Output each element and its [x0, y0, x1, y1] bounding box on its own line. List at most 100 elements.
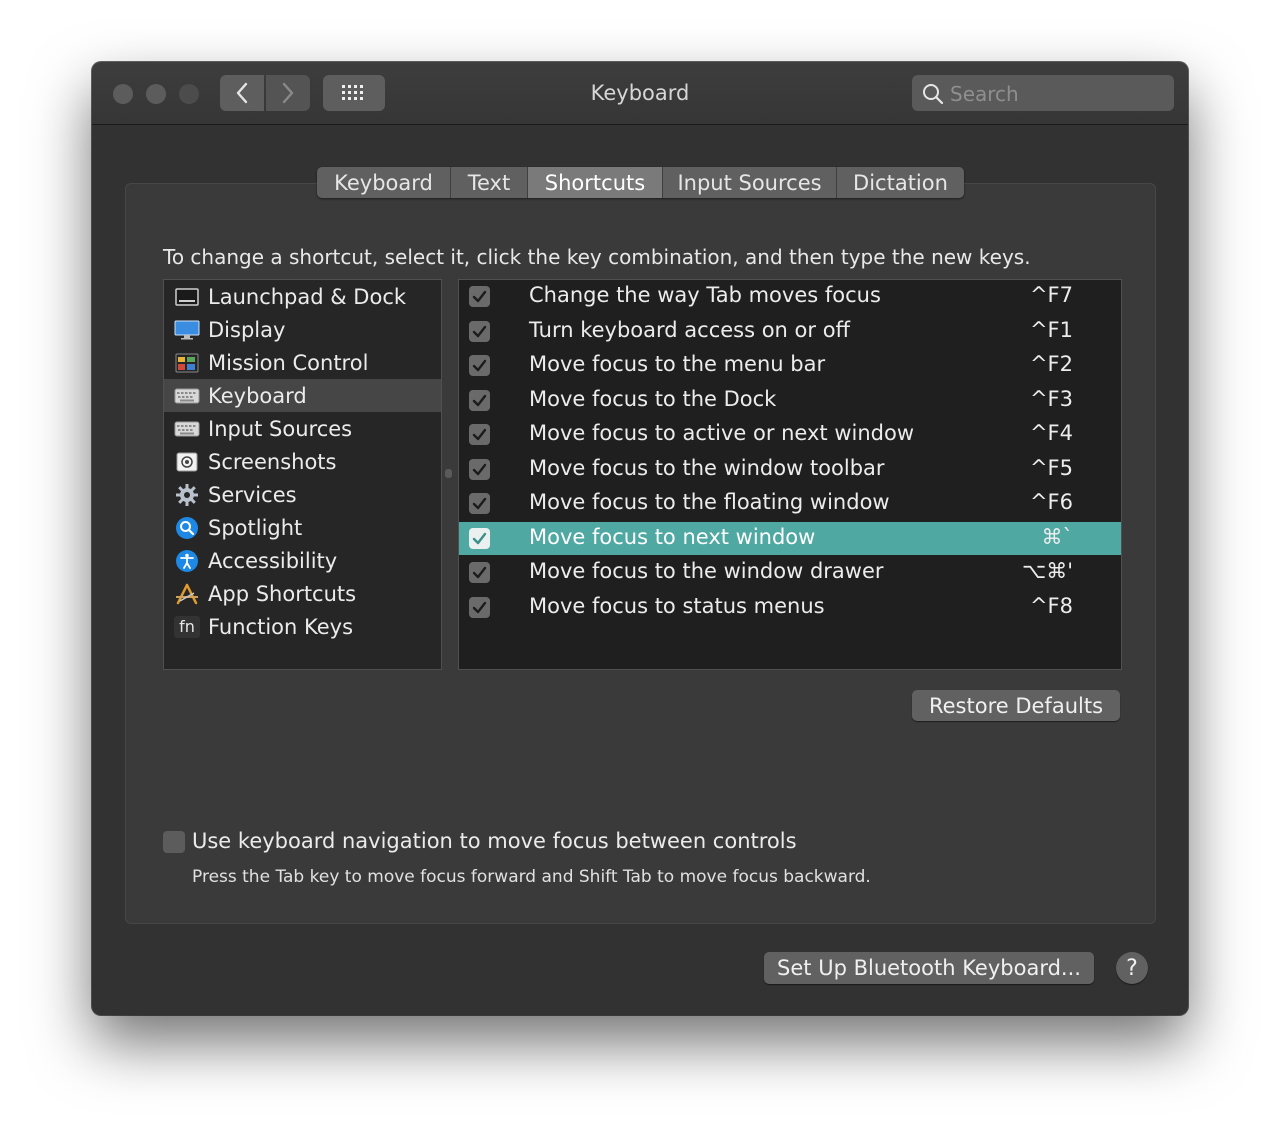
shortcut-key[interactable]: ^F2 [1030, 352, 1073, 376]
shortcut-row[interactable]: Change the way Tab moves focus ^F7 [459, 280, 1121, 313]
shortcut-checkbox[interactable] [469, 424, 490, 445]
shortcut-key[interactable]: ^F8 [1030, 594, 1073, 618]
shortcut-key[interactable]: ^F6 [1030, 490, 1073, 514]
sidebar-item-screenshots[interactable]: Screenshots [164, 445, 441, 478]
shortcut-row[interactable]: Move focus to the Dock ^F3 [459, 384, 1121, 417]
checkmark-icon [472, 497, 487, 510]
search-field[interactable] [912, 75, 1174, 111]
shortcut-name: Move focus to the window drawer [529, 559, 884, 583]
sidebar-item-label: Keyboard [208, 383, 307, 408]
sidebar-item-input-sources[interactable]: Input Sources [164, 412, 441, 445]
search-input[interactable] [948, 79, 1167, 109]
shortcut-row[interactable]: Move focus to the floating window ^F6 [459, 487, 1121, 520]
shortcut-checkbox[interactable] [469, 320, 490, 342]
sidebar-item-app-shortcuts[interactable]: App Shortcuts [164, 577, 441, 610]
keyboard-preferences-window: Keyboard Keyboard Text Shortcuts Input S… [92, 62, 1188, 1015]
shortcut-checkbox[interactable] [469, 286, 490, 307]
tab-text[interactable]: Text [451, 167, 528, 198]
shortcut-name: Move focus to next window [529, 524, 816, 549]
checkmark-icon [472, 566, 487, 579]
sidebar-item-label: Mission Control [208, 350, 369, 375]
checkmark-icon [472, 601, 487, 613]
shortcut-row[interactable]: Move focus to the menu bar ^F2 [459, 349, 1121, 382]
sidebar-item-label: Display [208, 317, 286, 342]
restore-defaults-button[interactable]: Restore Defaults [912, 690, 1120, 721]
services-gear-icon [174, 483, 200, 506]
keyboard-navigation-label[interactable]: Use keyboard navigation to move focus be… [192, 829, 797, 853]
shortcut-key[interactable]: ^F3 [1030, 387, 1073, 411]
shortcut-checkbox[interactable] [469, 355, 490, 376]
spotlight-icon [174, 516, 200, 539]
shortcut-row[interactable]: Move focus to the window toolbar ^F5 [459, 453, 1121, 486]
shortcut-name: Move focus to active or next window [529, 421, 914, 445]
input-sources-icon [174, 418, 200, 440]
shortcut-key[interactable]: ^F1 [1030, 318, 1073, 342]
sidebar-item-services[interactable]: Services [164, 478, 441, 511]
shortcut-checkbox[interactable] [469, 596, 490, 618]
instructions-text: To change a shortcut, select it, click t… [163, 245, 1031, 269]
help-button[interactable]: ? [1116, 952, 1148, 984]
tab-shortcuts[interactable]: Shortcuts [528, 167, 663, 198]
shortcut-row[interactable]: Move focus to status menus ^F8 [459, 591, 1121, 624]
shortcut-name: Move focus to the Dock [529, 386, 777, 411]
shortcut-key[interactable]: ^F4 [1030, 421, 1073, 445]
checkmark-icon [472, 325, 487, 337]
display-icon [174, 319, 200, 341]
shortcut-checkbox[interactable] [469, 458, 490, 480]
tab-keyboard[interactable]: Keyboard [317, 167, 451, 198]
shortcut-name: Move focus to status menus [529, 593, 825, 618]
sidebar-item-spotlight[interactable]: Spotlight [164, 511, 441, 544]
shortcut-checkbox[interactable] [469, 527, 490, 549]
sidebar-item-launchpad-dock[interactable]: Launchpad & Dock [164, 280, 441, 313]
tab-input-sources[interactable]: Input Sources [663, 167, 837, 198]
tab-dictation[interactable]: Dictation [837, 167, 964, 198]
sidebar-item-keyboard[interactable]: Keyboard [164, 379, 441, 412]
sidebar-item-display[interactable]: Display [164, 313, 441, 346]
shortcut-checkbox[interactable] [469, 493, 490, 514]
title-bar: Keyboard [92, 62, 1188, 125]
shortcut-name: Turn keyboard access on or off [529, 317, 851, 342]
function-keys-icon: fn [174, 615, 200, 638]
launchpad-dock-icon [174, 286, 200, 308]
shortcut-row-selected[interactable]: Move focus to next window ⌘` [459, 521, 1121, 555]
sidebar-item-mission-control[interactable]: Mission Control [164, 346, 441, 379]
checkmark-icon [472, 290, 487, 303]
mission-control-icon [174, 352, 200, 374]
shortcut-name: Move focus to the menu bar [529, 352, 826, 376]
shortcut-checkbox[interactable] [469, 389, 490, 411]
shortcut-name: Move focus to the window toolbar [529, 455, 885, 480]
set-up-bluetooth-keyboard-button[interactable]: Set Up Bluetooth Keyboard... [764, 952, 1094, 984]
shortcut-checkbox[interactable] [469, 562, 490, 583]
checkmark-icon [472, 463, 487, 475]
sidebar-item-function-keys[interactable]: fn Function Keys [164, 610, 441, 643]
checkmark-icon [472, 532, 487, 544]
keyboard-icon [174, 385, 200, 407]
shortcuts-list: Change the way Tab moves focus ^F7 Turn … [458, 279, 1122, 670]
accessibility-icon [174, 549, 200, 572]
sidebar-item-label: App Shortcuts [208, 581, 357, 606]
sidebar-item-label: Spotlight [208, 515, 303, 540]
keyboard-navigation-checkbox[interactable] [163, 831, 185, 853]
shortcut-key[interactable]: ^F7 [1030, 283, 1073, 307]
screenshots-icon [174, 451, 200, 473]
sidebar-item-label: Launchpad & Dock [208, 284, 407, 309]
sidebar-item-label: Screenshots [208, 449, 337, 474]
shortcut-name: Change the way Tab moves focus [529, 283, 881, 307]
search-icon [923, 84, 944, 105]
app-shortcuts-icon [174, 583, 200, 605]
checkmark-icon [472, 394, 487, 406]
sidebar-item-label: Input Sources [208, 416, 353, 441]
checkmark-icon [472, 359, 487, 372]
shortcut-row[interactable]: Move focus to the window drawer ⌥⌘' [459, 556, 1121, 589]
shortcut-row[interactable]: Move focus to active or next window ^F4 [459, 418, 1121, 451]
shortcut-name: Move focus to the floating window [529, 490, 890, 514]
shortcut-key[interactable]: ^F5 [1030, 456, 1073, 480]
sidebar-item-label: Services [208, 482, 297, 507]
sidebar-item-label: Function Keys [208, 614, 354, 639]
split-view-divider-handle[interactable] [445, 469, 452, 478]
sidebar-item-accessibility[interactable]: Accessibility [164, 544, 441, 577]
shortcut-row[interactable]: Turn keyboard access on or off ^F1 [459, 315, 1121, 348]
shortcut-key[interactable]: ⌥⌘' [1022, 559, 1073, 583]
shortcut-key[interactable]: ⌘` [1042, 525, 1074, 549]
keyboard-navigation-hint: Press the Tab key to move focus forward … [192, 867, 871, 887]
